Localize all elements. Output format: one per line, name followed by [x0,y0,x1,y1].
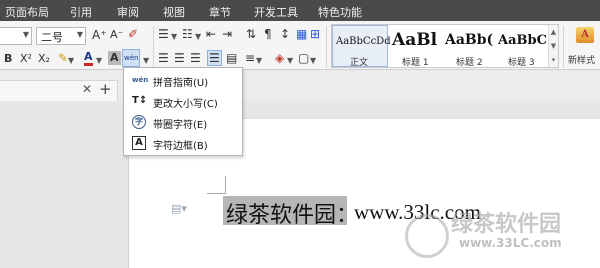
menu-view[interactable]: 视图 [163,4,185,20]
style-normal-label[interactable]: 正文 [350,55,368,68]
justify-icon[interactable]: ☰ [207,50,222,66]
menu-item-phonetic-guide[interactable]: wén 拼音指南(U) [124,70,242,91]
border-icon[interactable]: ⊞ [310,27,320,41]
show-marks-icon[interactable]: ¶ [264,27,272,41]
menu-references[interactable]: 引用 [70,4,92,20]
enclosed-character-icon: 字 [132,115,146,129]
increase-indent-icon[interactable]: ⇥ [222,27,232,41]
margin-corner-mark [207,193,226,194]
font-size-combobox[interactable]: 二号 ▼ [36,27,86,45]
menu-item-change-case[interactable]: T↕ 更改大小写(C) [124,91,242,112]
chevron-down-icon[interactable]: ▼ [195,30,201,44]
menu-developer-tools[interactable]: 开发工具 [254,4,298,20]
numbered-list-icon[interactable]: ☷ [182,27,193,41]
phonetic-guide-button[interactable]: wén [122,49,141,67]
highlight-icon[interactable]: ✎ [58,51,68,65]
style-heading1-label[interactable]: 标题 1 [402,55,429,68]
watermark-title: 绿茶软件园 [451,212,562,237]
chevron-down-icon[interactable]: ▼ [143,54,149,68]
scroll-up-icon[interactable]: ▲ [549,25,558,39]
menu-item-label: 带圈字符(E) [153,120,208,131]
subscript-button[interactable]: X₂ [38,52,50,66]
decrease-indent-icon[interactable]: ⇤ [206,27,216,41]
menu-review[interactable]: 审阅 [117,4,139,20]
phonetic-guide-icon: wén [132,76,149,84]
style-heading2-label[interactable]: 标题 2 [456,55,483,68]
distributed-align-icon[interactable]: ▤ [226,51,237,65]
clear-format-icon[interactable]: ✐ [128,27,138,41]
table-icon[interactable]: ▦ [296,27,307,41]
menu-item-character-border[interactable]: A 字符边框(B) [124,133,242,154]
new-style-button[interactable]: 新样式 [568,53,595,66]
watermark-url: www.33LC.com [459,236,562,250]
ribbon-divider [153,26,154,68]
menu-section[interactable]: 章节 [209,4,231,20]
grow-font-button[interactable]: A⁺ [92,28,107,42]
borders-icon[interactable]: ▢ [298,51,309,65]
menu-item-label: 更改大小写(C) [153,99,218,110]
font-size-value: 二号 [41,31,63,44]
style-heading3-sample[interactable]: AaBbC [498,33,547,48]
new-style-icon[interactable]: A [576,27,594,43]
ribbon: ▼ 二号 ▼ A⁺ A⁻ ✐ B X² X₂ ✎ ▼ A ▼ A wén ▼ ☰… [0,21,600,70]
style-normal-sample[interactable]: AaBbCcDd [336,36,391,47]
style-heading2-sample[interactable]: AaBb( [445,32,493,48]
style-gallery-scroll[interactable]: ▲ ▼ ▾ [548,25,558,67]
menu-bar: 页面布局 引用 审阅 视图 章节 开发工具 特色功能 [0,0,600,21]
font-color-button[interactable]: A [84,51,93,66]
paragraph-layout-icon[interactable]: ▤▾ [171,202,187,215]
chevron-down-icon[interactable]: ▼ [68,54,74,68]
ribbon-divider [563,26,564,68]
style-gallery: AaBbCcDd 正文 AaBl 标题 1 AaBb( 标题 2 AaBbC 标… [331,24,559,68]
bullet-list-icon[interactable]: ☰ [158,27,169,41]
shrink-font-button[interactable]: A⁻ [110,28,123,42]
selected-document-text[interactable]: 绿茶软件园： [226,197,358,229]
character-shading-button[interactable]: A [108,51,121,65]
menu-item-label: 字符边框(B) [153,141,208,152]
ribbon-divider [326,26,327,68]
menu-item-label: 拼音指南(U) [153,78,209,89]
font-name-combobox[interactable]: ▼ [0,27,32,45]
align-center-icon[interactable]: ☰ [174,51,185,65]
watermark-logo-icon [405,214,449,258]
superscript-button[interactable]: X² [20,52,32,66]
menu-item-enclosed-characters[interactable]: 字 带圈字符(E) [124,112,242,133]
chevron-down-icon[interactable]: ▼ [23,30,29,39]
close-icon[interactable]: ✕ [82,82,92,96]
style-heading3-label[interactable]: 标题 3 [508,55,535,68]
chevron-down-icon[interactable]: ▼ [77,30,83,39]
scroll-down-icon[interactable]: ▼ [549,39,558,53]
chevron-down-icon[interactable]: ▼ [256,54,262,68]
line-spacing-icon[interactable]: ↕ [280,27,290,41]
style-heading1-sample[interactable]: AaBl [392,30,437,50]
chevron-down-icon[interactable]: ▼ [171,30,177,44]
menu-special-features[interactable]: 特色功能 [318,4,362,20]
change-case-icon: T↕ [132,95,148,106]
shading-fill-icon[interactable]: ◈ [275,51,284,65]
character-border-icon: A [132,136,146,150]
chevron-down-icon[interactable]: ▼ [310,54,316,68]
line-spacing-menu-icon[interactable]: ≡ [245,51,255,65]
align-right-icon[interactable]: ☰ [190,51,201,65]
chevron-down-icon[interactable]: ▼ [287,54,293,68]
align-left-icon[interactable]: ☰ [158,51,169,65]
bold-partial-button[interactable]: B [4,52,12,66]
chevron-down-icon[interactable]: ▼ [96,54,102,68]
margin-corner-mark [225,176,226,194]
menu-page-layout[interactable]: 页面布局 [5,4,49,20]
phonetic-guide-dropdown: wén 拼音指南(U) T↕ 更改大小写(C) 字 带圈字符(E) A 字符边框… [123,67,243,156]
new-tab-icon[interactable]: + [99,80,112,98]
expand-icon[interactable]: ▾ [549,53,558,67]
sort-icon[interactable]: ⇅ [246,27,256,41]
